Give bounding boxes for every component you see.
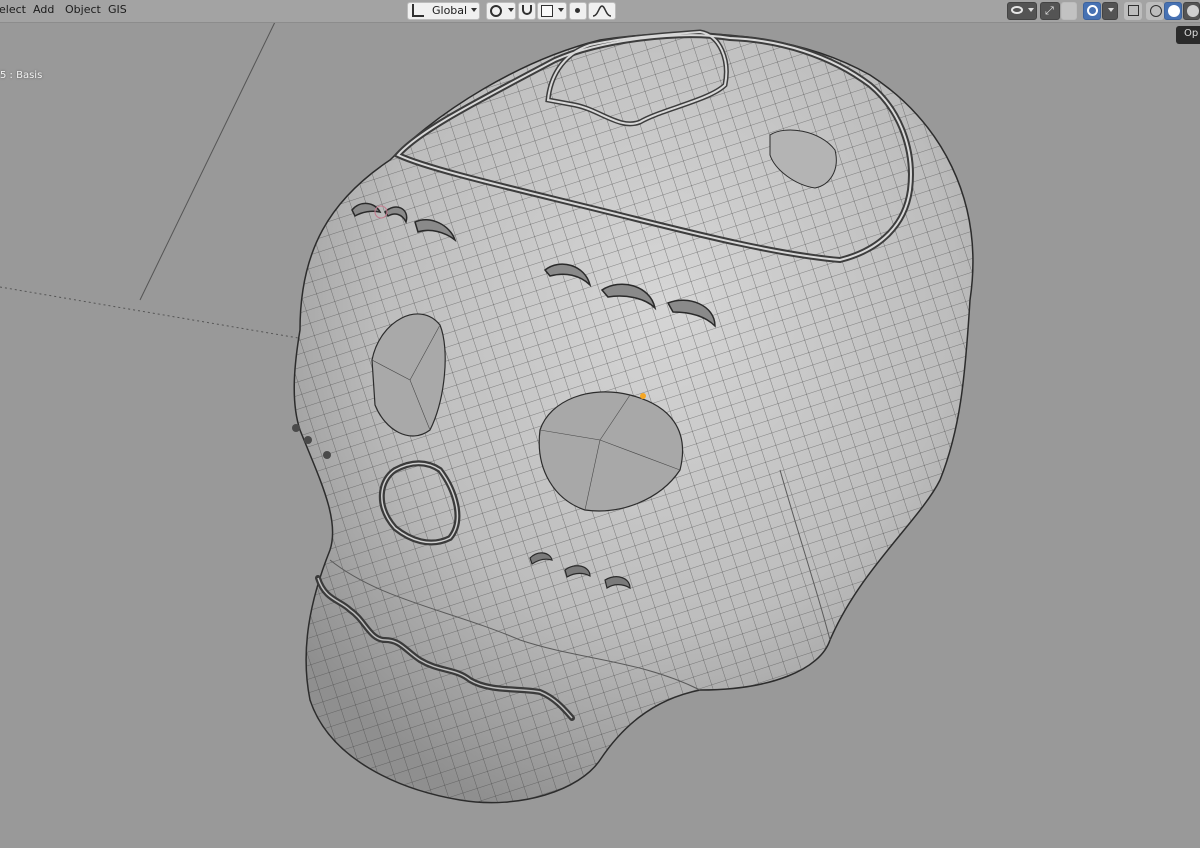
visibility-dropdown[interactable] bbox=[1007, 2, 1037, 20]
pivot-point-dropdown[interactable] bbox=[486, 2, 516, 20]
gizmo-toggle[interactable]: ⤢ bbox=[1040, 2, 1060, 20]
overlays-icon bbox=[1087, 5, 1098, 16]
snap-target-icon bbox=[541, 5, 553, 17]
falloff-curve-icon bbox=[592, 5, 612, 17]
tooltip: Op bbox=[1176, 26, 1200, 44]
skull-mesh-render bbox=[0, 21, 974, 804]
viewport-header: elect Add Object GIS Global ⤢ bbox=[0, 0, 1200, 23]
transform-orientation-dropdown[interactable]: Global bbox=[407, 2, 480, 20]
object-origin bbox=[640, 393, 646, 399]
wireframe-sphere-icon bbox=[1150, 5, 1162, 17]
chevron-down-icon bbox=[471, 8, 477, 12]
eye-icon bbox=[1011, 6, 1023, 14]
menu-object[interactable]: Object bbox=[65, 3, 101, 16]
solid-sphere-icon bbox=[1168, 5, 1180, 17]
proportional-edit-toggle[interactable] bbox=[569, 2, 587, 20]
menu-select[interactable]: elect bbox=[0, 3, 26, 16]
overlays-toggle[interactable] bbox=[1083, 2, 1101, 20]
proportional-edit-icon bbox=[575, 8, 580, 13]
pivot-icon bbox=[490, 5, 502, 17]
gizmo-arrow-icon: ⤢ bbox=[1045, 4, 1054, 17]
menu-add[interactable]: Add bbox=[33, 3, 54, 16]
snap-magnet-icon bbox=[522, 5, 532, 15]
chevron-down-icon bbox=[558, 8, 564, 12]
shading-solid-button[interactable] bbox=[1164, 2, 1182, 20]
3d-viewport[interactable]: 5 : Basis bbox=[0, 0, 1200, 848]
grid-axis-dashed bbox=[0, 286, 311, 341]
xray-toggle[interactable] bbox=[1124, 2, 1142, 20]
shading-wireframe-button[interactable] bbox=[1146, 2, 1164, 20]
falloff-dropdown[interactable] bbox=[588, 2, 616, 20]
snap-toggle[interactable] bbox=[518, 2, 536, 20]
object-info-label: 5 : Basis bbox=[0, 70, 43, 81]
chevron-down-icon bbox=[1028, 8, 1034, 12]
grid-line bbox=[139, 21, 276, 301]
snap-target-dropdown[interactable] bbox=[537, 2, 567, 20]
orientation-axes-icon bbox=[412, 4, 424, 17]
chevron-down-icon bbox=[1108, 8, 1114, 12]
material-sphere-icon bbox=[1187, 5, 1199, 17]
menu-gis[interactable]: GIS bbox=[108, 3, 127, 16]
chevron-down-icon bbox=[508, 8, 514, 12]
shading-material-button[interactable] bbox=[1183, 2, 1200, 20]
orientation-label: Global bbox=[432, 4, 468, 17]
gizmo-options[interactable] bbox=[1061, 2, 1077, 20]
xray-icon bbox=[1128, 5, 1139, 16]
overlays-dropdown[interactable] bbox=[1102, 2, 1118, 20]
